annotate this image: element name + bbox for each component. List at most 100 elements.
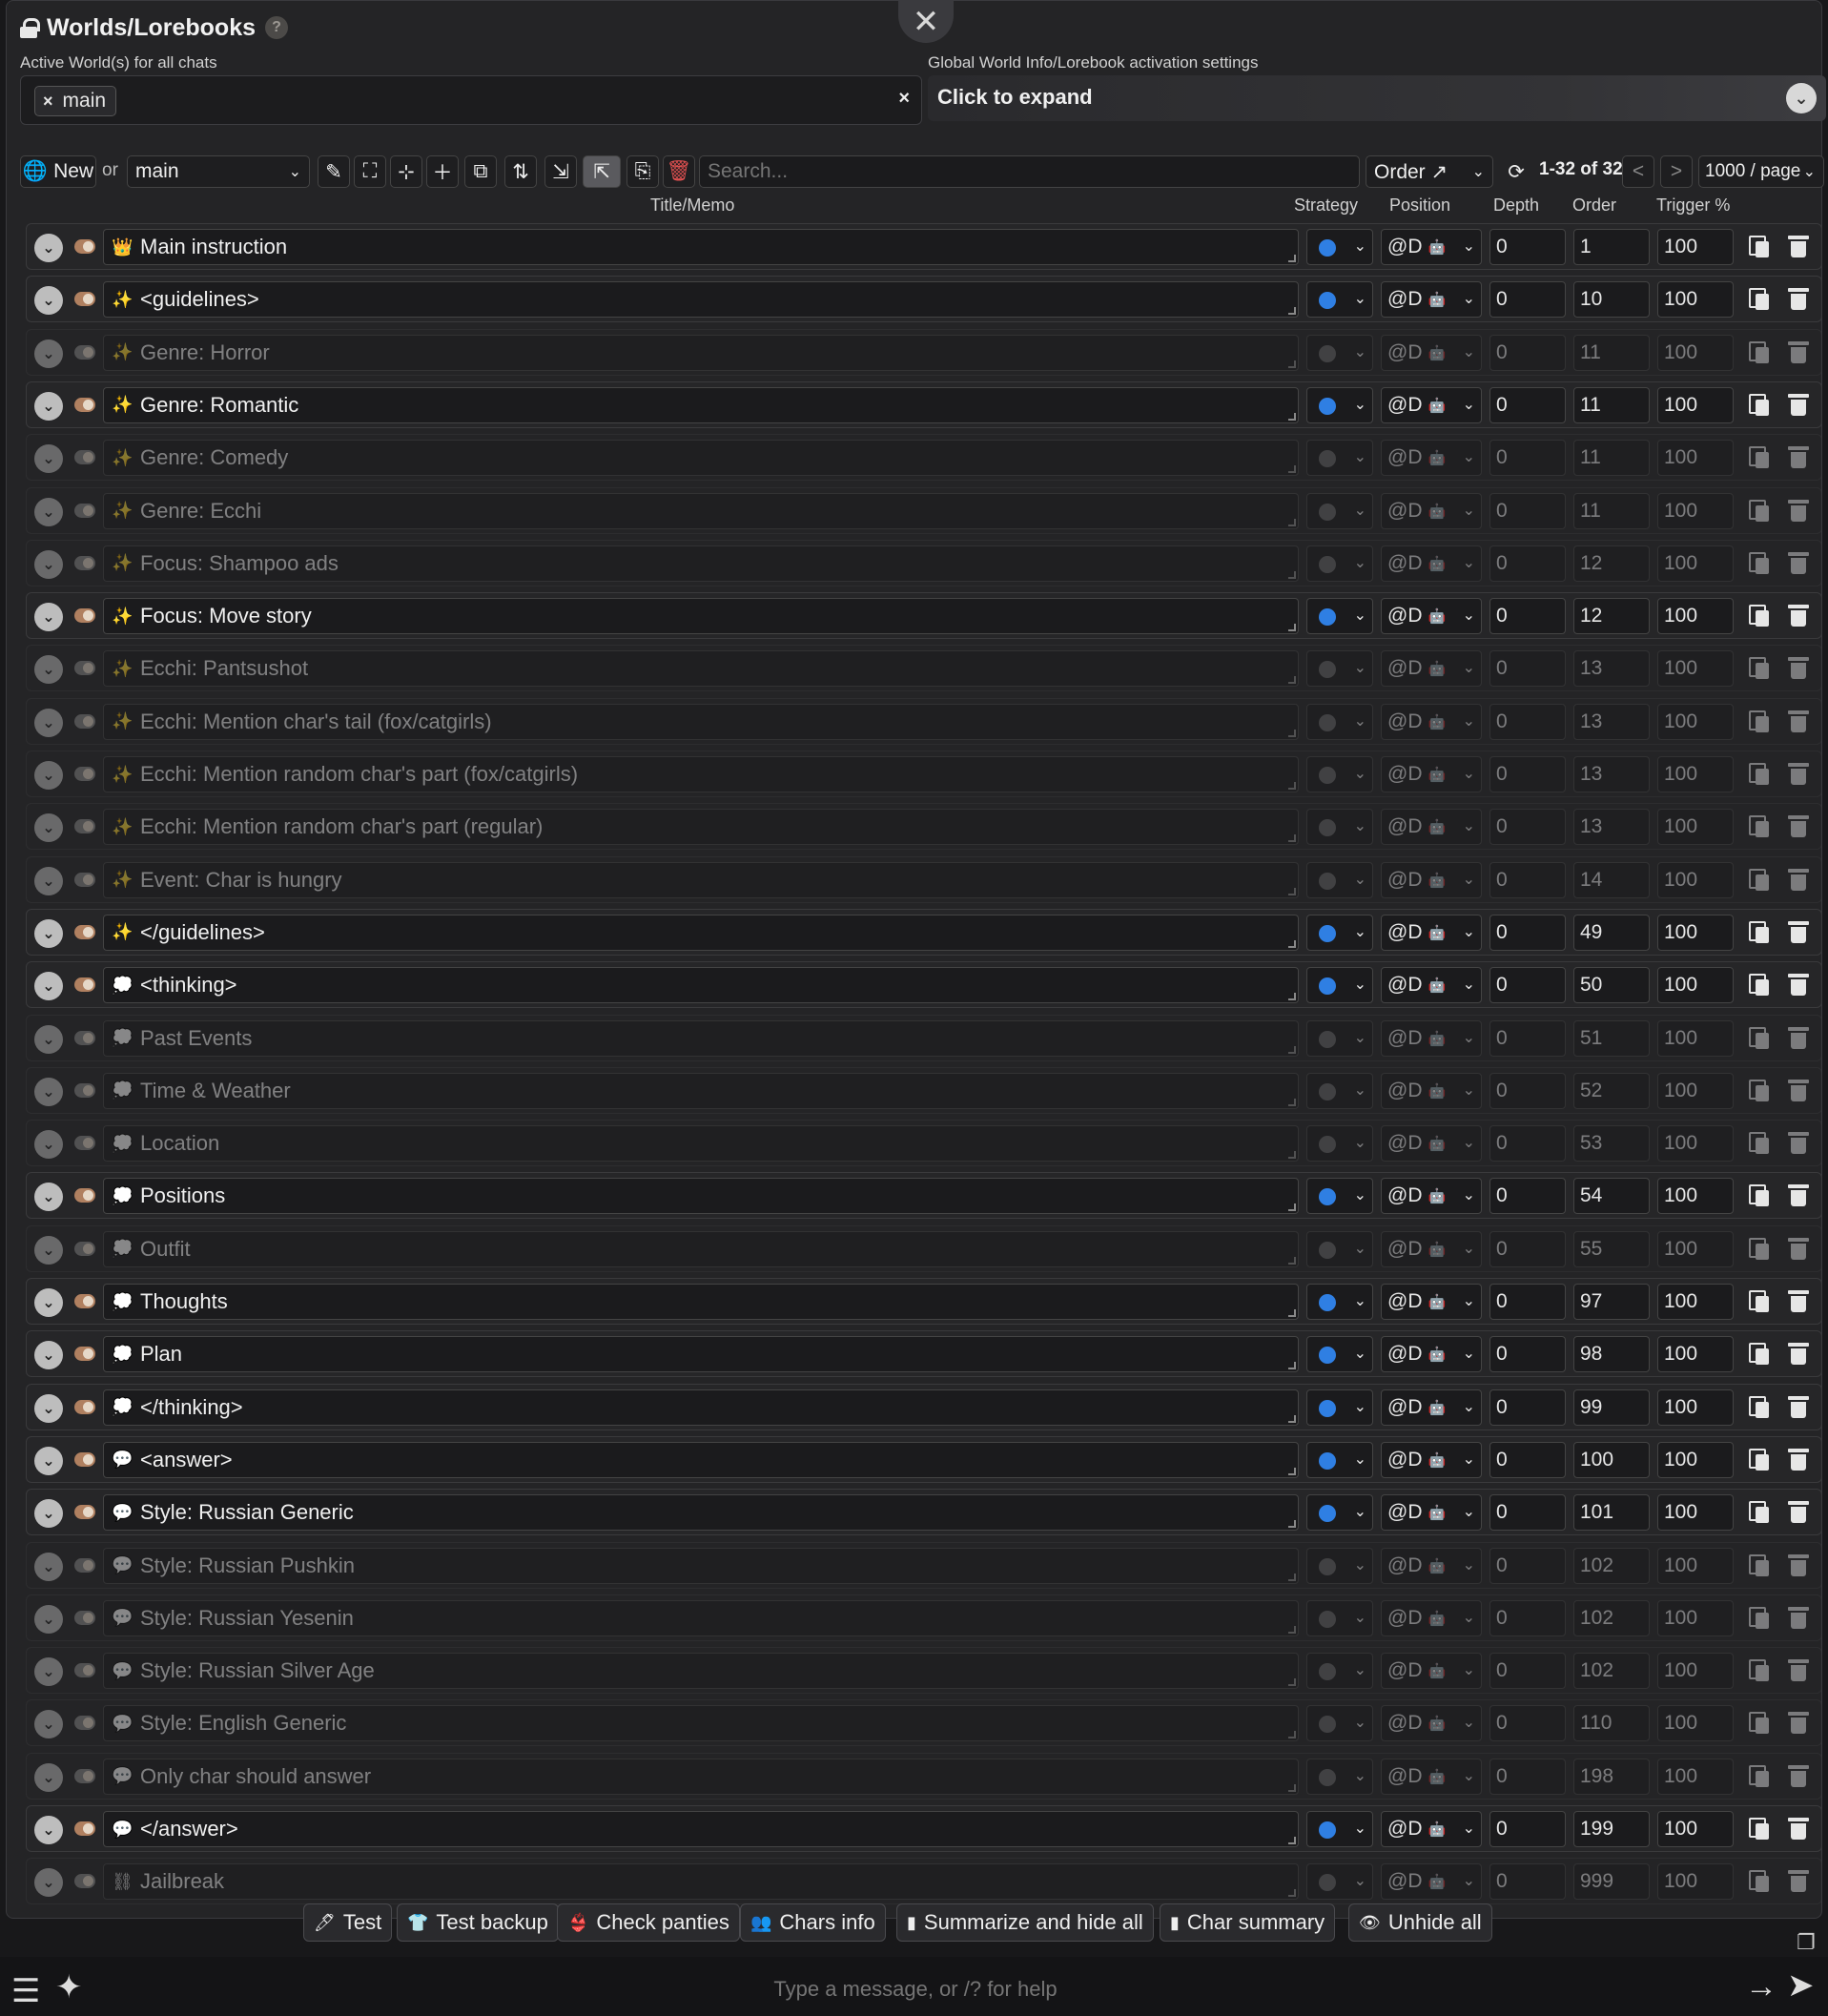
duplicate-entry-icon[interactable]: [1749, 657, 1770, 680]
depth-input[interactable]: 0: [1489, 1811, 1566, 1847]
strategy-select[interactable]: ⌄: [1306, 386, 1373, 423]
entry-toggle[interactable]: [74, 1188, 95, 1203]
strategy-select[interactable]: ⌄: [1306, 1811, 1373, 1847]
magic-wand-icon[interactable]: ✦: [55, 1968, 83, 2006]
expand-all-button[interactable]: ⛶: [354, 155, 386, 188]
position-select[interactable]: @D 🤖 ⌄: [1381, 1178, 1482, 1215]
depth-input[interactable]: 0: [1489, 1178, 1566, 1215]
position-select[interactable]: @D 🤖 ⌄: [1381, 1547, 1482, 1584]
fill-memos-button[interactable]: ⇅: [504, 155, 537, 188]
entry-toggle[interactable]: [74, 608, 95, 624]
expand-entry-icon[interactable]: ⌄: [34, 1816, 63, 1844]
strategy-select[interactable]: ⌄: [1306, 545, 1373, 582]
depth-input[interactable]: 0: [1489, 914, 1566, 951]
quick-reply-button[interactable]: ▮ Summarize and hide all: [896, 1903, 1154, 1942]
duplicate-entry-icon[interactable]: [1749, 499, 1770, 523]
delete-entry-icon[interactable]: [1788, 1501, 1809, 1524]
expand-entry-icon[interactable]: ⌄: [34, 497, 63, 526]
duplicate-entry-icon[interactable]: [1749, 815, 1770, 838]
depth-input[interactable]: 0: [1489, 809, 1566, 846]
order-input[interactable]: 97: [1573, 1284, 1650, 1320]
resize-grip-icon[interactable]: [1288, 1520, 1296, 1529]
entry-toggle[interactable]: [74, 1716, 95, 1731]
quick-reply-button[interactable]: 👕 Test backup: [397, 1903, 559, 1942]
duplicate-world-button[interactable]: ⧉: [464, 155, 497, 188]
resize-grip-icon[interactable]: [1288, 993, 1296, 1001]
entry-title-field[interactable]: 💭 Time & Weather: [103, 1072, 1299, 1109]
delete-entry-icon[interactable]: [1788, 1026, 1809, 1050]
delete-entry-icon[interactable]: [1788, 868, 1809, 892]
chevron-down-icon[interactable]: ⌄: [1786, 83, 1817, 113]
position-select[interactable]: @D 🤖 ⌄: [1381, 386, 1482, 423]
entry-toggle[interactable]: [74, 872, 95, 887]
order-input[interactable]: 11: [1573, 492, 1650, 529]
entry-title-field[interactable]: ✨ Ecchi: Pantsushot: [103, 650, 1299, 688]
position-select[interactable]: @D 🤖 ⌄: [1381, 1758, 1482, 1795]
entry-title-field[interactable]: 💭 Location: [103, 1125, 1299, 1162]
duplicate-entry-icon[interactable]: [1749, 1448, 1770, 1471]
active-worlds-select[interactable]: × main ×: [20, 75, 922, 125]
order-input[interactable]: 53: [1573, 1125, 1650, 1162]
order-input[interactable]: 52: [1573, 1072, 1650, 1109]
trigger-input[interactable]: 100: [1657, 492, 1734, 529]
expand-entry-icon[interactable]: ⌄: [34, 1393, 63, 1423]
delete-entry-icon[interactable]: [1788, 1764, 1809, 1788]
strategy-select[interactable]: ⌄: [1306, 1019, 1373, 1057]
sort-select[interactable]: Order ↗ ⌄: [1366, 155, 1493, 188]
expand-entry-icon[interactable]: ⌄: [34, 1130, 63, 1160]
depth-input[interactable]: 0: [1489, 1072, 1566, 1109]
depth-input[interactable]: 0: [1489, 1547, 1566, 1584]
menu-icon[interactable]: ☰: [11, 1972, 40, 2010]
duplicate-entry-icon[interactable]: [1749, 236, 1770, 258]
position-select[interactable]: @D 🤖 ⌄: [1381, 650, 1482, 688]
position-select[interactable]: @D 🤖 ⌄: [1381, 334, 1482, 371]
next-page-button[interactable]: >: [1660, 155, 1693, 188]
trigger-input[interactable]: 100: [1657, 1441, 1734, 1478]
resize-grip-icon[interactable]: [1288, 255, 1296, 262]
strategy-select[interactable]: ⌄: [1306, 650, 1373, 688]
depth-input[interactable]: 0: [1489, 281, 1566, 319]
entry-toggle[interactable]: [74, 1294, 95, 1308]
entry-title-field[interactable]: 💬 Style: Russian Generic: [103, 1494, 1299, 1532]
trigger-input[interactable]: 100: [1657, 1389, 1734, 1426]
entry-title-field[interactable]: ✨ Ecchi: Mention char's tail (fox/catgir…: [103, 703, 1299, 740]
order-input[interactable]: 13: [1573, 650, 1650, 688]
depth-input[interactable]: 0: [1489, 1599, 1566, 1636]
order-input[interactable]: 11: [1573, 334, 1650, 371]
entry-title-field[interactable]: 💬 <answer>: [103, 1441, 1299, 1478]
entry-toggle[interactable]: [74, 767, 95, 781]
duplicate-entry-icon[interactable]: [1749, 1606, 1770, 1630]
delete-entry-icon[interactable]: [1788, 657, 1809, 680]
duplicate-entry-icon[interactable]: [1749, 1501, 1770, 1524]
expand-entry-icon[interactable]: ⌄: [34, 1762, 63, 1792]
duplicate-entry-icon[interactable]: [1749, 1395, 1770, 1419]
entry-toggle[interactable]: [74, 1557, 95, 1573]
quick-reply-button[interactable]: 👁 Unhide all: [1348, 1903, 1492, 1942]
order-input[interactable]: 49: [1573, 914, 1650, 951]
delete-entry-icon[interactable]: [1788, 1448, 1809, 1471]
order-input[interactable]: 100: [1573, 1441, 1650, 1478]
duplicate-entry-icon[interactable]: [1749, 1132, 1770, 1155]
expand-entry-icon[interactable]: ⌄: [34, 866, 63, 895]
duplicate-entry-icon[interactable]: [1749, 288, 1770, 311]
strategy-select[interactable]: ⌄: [1306, 1705, 1373, 1742]
expand-entry-icon[interactable]: ⌄: [34, 1235, 63, 1265]
duplicate-entry-icon[interactable]: [1749, 340, 1770, 364]
depth-input[interactable]: 0: [1489, 1125, 1566, 1162]
entry-title-field[interactable]: ✨ Genre: Comedy: [103, 440, 1299, 477]
depth-input[interactable]: 0: [1489, 1019, 1566, 1057]
position-select[interactable]: @D 🤖 ⌄: [1381, 598, 1482, 635]
position-select[interactable]: @D 🤖 ⌄: [1381, 1072, 1482, 1109]
strategy-select[interactable]: ⌄: [1306, 1441, 1373, 1478]
quick-reply-button[interactable]: 👥 Chars info: [740, 1903, 886, 1942]
entry-toggle[interactable]: [74, 1821, 95, 1836]
expand-entry-icon[interactable]: ⌄: [34, 1077, 63, 1106]
position-select[interactable]: @D 🤖 ⌄: [1381, 1653, 1482, 1690]
resize-grip-icon[interactable]: [1288, 570, 1296, 579]
depth-input[interactable]: 0: [1489, 1863, 1566, 1901]
entry-toggle[interactable]: [74, 239, 95, 254]
resize-grip-icon[interactable]: [1288, 1045, 1296, 1054]
delete-entry-icon[interactable]: [1788, 710, 1809, 733]
prev-page-button[interactable]: <: [1622, 155, 1654, 188]
entry-toggle[interactable]: [74, 713, 95, 729]
